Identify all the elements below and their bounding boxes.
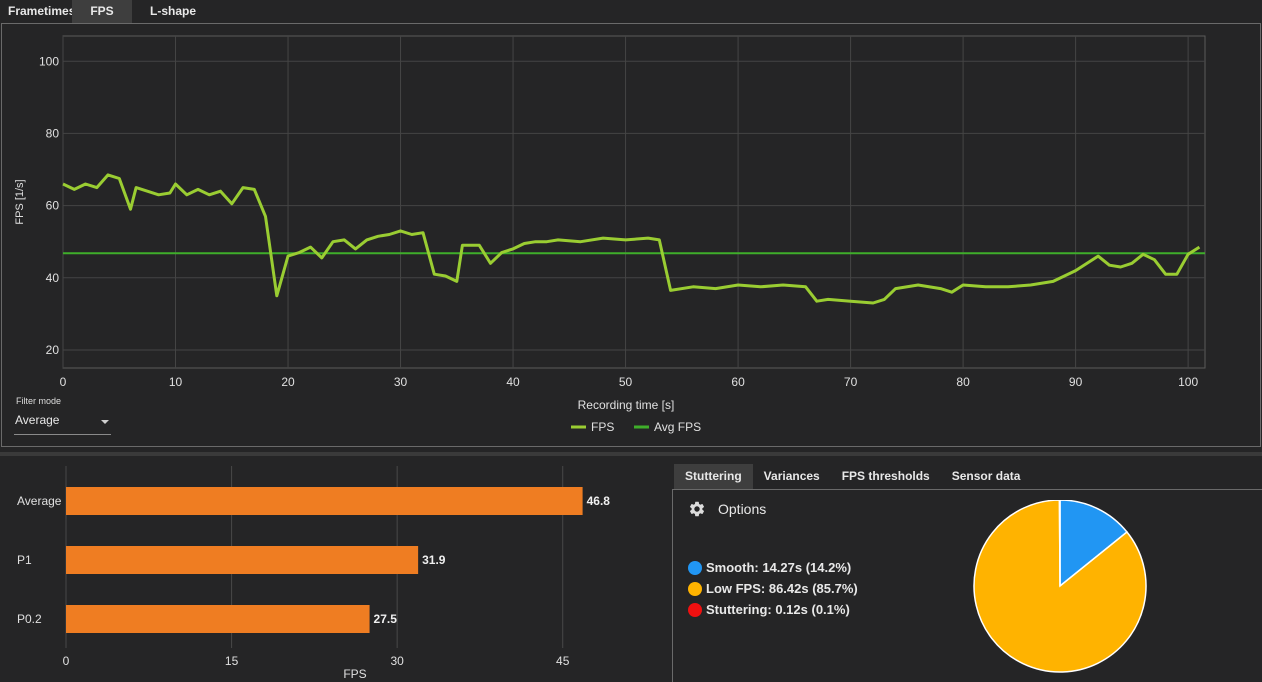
x-axis-label: Recording time [s] (578, 398, 675, 412)
bar-x-axis-label: FPS (343, 667, 366, 681)
legend-smooth: Smooth: 14.27s (14.2%) (688, 560, 851, 575)
stuttering-pie-chart (973, 500, 1147, 673)
fps-line-chart: 0 10 20 30 40 50 60 70 80 90 100 20 40 60 80 100 FPS [1/… (14, 35, 1206, 434)
bar-value-label: 27.5 (374, 612, 398, 626)
y-axis-label: FPS [1/s] (14, 179, 26, 224)
fps-bar-chart: 0 15 30 45 Average 46.8 P1 31.9 P0.2 27.5 FPS (17, 466, 611, 681)
bar-category-label: P0.2 (17, 612, 42, 626)
tab-sensor-data[interactable]: Sensor data (941, 464, 1032, 489)
legend-low-fps-name: Low FPS: (706, 581, 766, 596)
legend-low-fps: Low FPS: 86.42s (85.7%) (688, 581, 858, 596)
analysis-tab-bar: Stuttering Variances FPS thresholds Sens… (674, 464, 1031, 489)
options-label: Options (718, 501, 767, 517)
bar-x-tick-label: 0 (63, 654, 70, 668)
pie-slice-stuttering (1058, 500, 1061, 587)
stuttering-color-dot (688, 602, 702, 617)
x-tick-label: 40 (506, 375, 520, 389)
y-tick-label: 80 (46, 126, 60, 140)
legend-fps-label: FPS (591, 420, 614, 434)
tab-variances[interactable]: Variances (753, 464, 831, 489)
x-tick-label: 30 (394, 375, 408, 389)
legend-stuttering: Stuttering: 0.12s (0.1%) (688, 602, 850, 617)
legend-stuttering-name: Stuttering: (706, 602, 772, 617)
y-tick-label: 40 (46, 271, 60, 285)
bar-average (66, 487, 583, 515)
filter-mode-value: Average (15, 413, 60, 427)
smooth-color-dot (688, 560, 702, 575)
filter-mode-label: Filter mode (16, 396, 62, 406)
x-tick-label: 90 (1069, 375, 1083, 389)
tab-fps-thresholds[interactable]: FPS thresholds (831, 464, 941, 489)
x-tick-label: 50 (619, 375, 633, 389)
chevron-down-icon (101, 420, 109, 424)
tab-stuttering[interactable]: Stuttering (674, 464, 753, 489)
bar-category-label: Average (17, 494, 62, 508)
legend-avg-label: Avg FPS (654, 420, 701, 434)
x-tick-label: 70 (844, 375, 858, 389)
gear-icon (689, 501, 705, 517)
bar-p1 (66, 546, 419, 574)
bar-x-tick-label: 15 (225, 654, 239, 668)
x-tick-label: 20 (281, 375, 295, 389)
x-tick-label: 10 (169, 375, 183, 389)
bar-x-tick-label: 45 (556, 654, 570, 668)
fps-series-line (62, 173, 1201, 305)
filter-mode-dropdown[interactable]: Average (14, 410, 111, 435)
y-tick-label: 20 (46, 343, 60, 357)
legend-smooth-name: Smooth: (706, 560, 759, 575)
x-tick-label: 80 (956, 375, 970, 389)
y-tick-label: 100 (39, 54, 59, 68)
x-tick-label: 0 (60, 375, 67, 389)
bar-value-label: 46.8 (587, 494, 611, 508)
bar-value-label: 31.9 (422, 553, 446, 567)
bar-category-label: P1 (17, 553, 32, 567)
low-fps-color-dot (688, 581, 702, 596)
legend-smooth-value: 14.27s (14.2%) (762, 560, 852, 575)
y-tick-label: 60 (46, 199, 60, 213)
legend-stuttering-value: 0.12s (0.1%) (775, 602, 850, 617)
bar-x-tick-label: 30 (390, 654, 404, 668)
legend-low-fps-value: 86.42s (85.7%) (768, 581, 858, 596)
x-tick-label: 100 (1178, 375, 1198, 389)
options-button[interactable]: Options (688, 498, 766, 520)
x-tick-label: 60 (731, 375, 745, 389)
bar-p0-2 (66, 605, 370, 633)
